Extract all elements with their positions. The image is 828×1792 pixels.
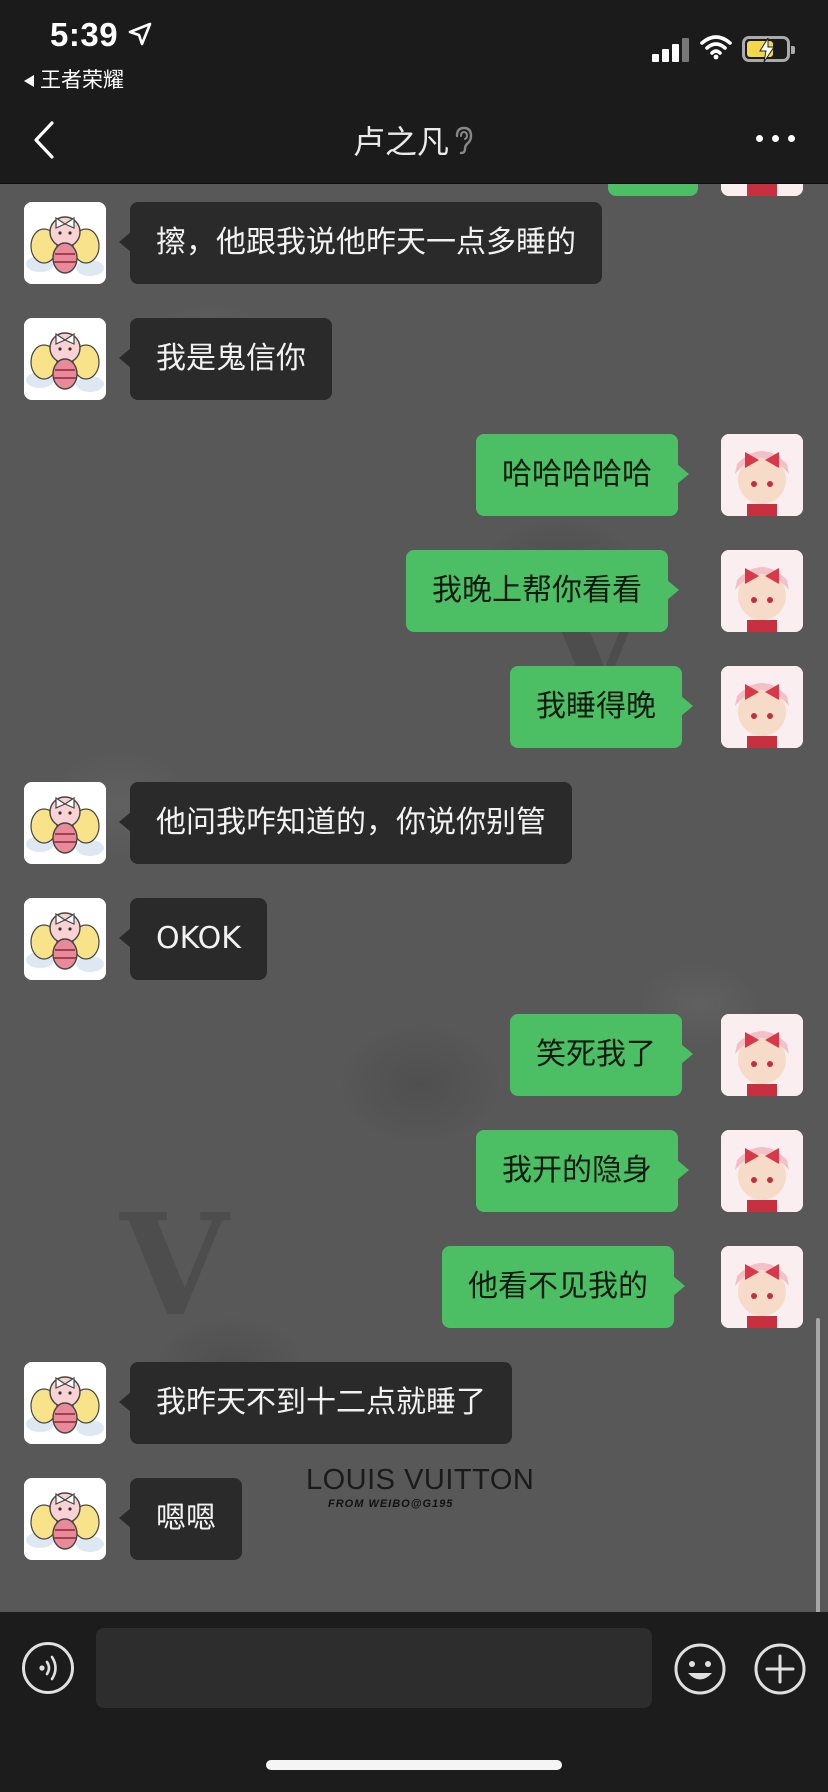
message-row-partial <box>0 184 828 196</box>
sent-bubble[interactable]: 他看不见我的 <box>442 1246 685 1328</box>
sent-bubble[interactable]: 笑死我了 <box>510 1014 693 1096</box>
wifi-icon <box>700 34 732 64</box>
back-app-label: 王者荣耀 <box>40 68 124 92</box>
chat-header: 卢之凡 <box>0 95 828 184</box>
scrollbar[interactable] <box>816 1318 820 1612</box>
more-dots-icon[interactable] <box>756 133 796 145</box>
cellular-signal-icon <box>652 38 690 62</box>
message-row: 我昨天不到十二点就睡了 <box>0 1362 828 1444</box>
avatar[interactable] <box>721 1014 803 1096</box>
ear-icon <box>453 125 475 163</box>
avatar[interactable] <box>721 1246 803 1328</box>
message-row: 擦，他跟我说他昨天一点多睡的 <box>0 202 828 284</box>
received-bubble[interactable]: 我昨天不到十二点就睡了 <box>119 1362 512 1444</box>
avatar[interactable] <box>24 1362 106 1444</box>
avatar[interactable] <box>721 184 803 196</box>
message-row: 我是鬼信你 <box>0 318 828 400</box>
plus-icon[interactable] <box>753 1642 807 1696</box>
avatar[interactable] <box>24 1478 106 1560</box>
message-row: 哈哈哈哈哈 <box>0 434 828 516</box>
received-bubble[interactable]: 嗯嗯 <box>119 1478 242 1560</box>
received-bubble[interactable]: 擦，他跟我说他昨天一点多睡的 <box>119 202 602 284</box>
message-row: 他看不见我的 <box>0 1246 828 1328</box>
message-row: OKOK <box>0 898 828 980</box>
message-input[interactable] <box>96 1628 652 1708</box>
avatar[interactable] <box>24 782 106 864</box>
chat-message-list[interactable]: V V 擦，他跟我说他昨天一点多睡的 我是鬼信你 哈哈哈哈哈 我晚上帮你看看 我… <box>0 184 828 1612</box>
avatar[interactable] <box>721 1130 803 1212</box>
battery-icon <box>742 36 795 63</box>
sent-bubble-partial[interactable] <box>608 184 698 196</box>
message-row: 嗯嗯 <box>0 1478 828 1560</box>
emoji-icon[interactable] <box>673 1642 727 1696</box>
avatar[interactable] <box>721 550 803 632</box>
sent-bubble[interactable]: 我开的隐身 <box>476 1130 689 1212</box>
avatar[interactable] <box>24 202 106 284</box>
back-to-app-link[interactable]: 王者荣耀 <box>24 64 124 94</box>
message-row: 我睡得晚 <box>0 666 828 748</box>
message-row: 我开的隐身 <box>0 1130 828 1212</box>
status-time: 5:39 <box>50 16 119 53</box>
sent-bubble[interactable]: 我睡得晚 <box>510 666 693 748</box>
avatar[interactable] <box>721 434 803 516</box>
avatar[interactable] <box>24 318 106 400</box>
home-indicator[interactable] <box>266 1760 562 1770</box>
status-bar: 5:39 王者荣耀 <box>0 0 828 95</box>
page-title: 卢之凡 <box>0 117 828 163</box>
message-row: 我晚上帮你看看 <box>0 550 828 632</box>
back-triangle-icon <box>24 75 34 87</box>
avatar[interactable] <box>24 898 106 980</box>
charging-bolt-icon <box>759 36 775 66</box>
received-bubble[interactable]: 我是鬼信你 <box>119 318 332 400</box>
message-row: 笑死我了 <box>0 1014 828 1096</box>
sent-bubble[interactable]: 哈哈哈哈哈 <box>476 434 689 516</box>
received-bubble[interactable]: 他问我咋知道的，你说你别管 <box>119 782 572 864</box>
contact-name: 卢之凡 <box>352 123 449 161</box>
voice-icon[interactable] <box>22 1642 74 1694</box>
avatar[interactable] <box>721 666 803 748</box>
message-row: 他问我咋知道的，你说你别管 <box>0 782 828 864</box>
sent-bubble[interactable]: 我晚上帮你看看 <box>406 550 679 632</box>
location-arrow-icon <box>128 22 152 50</box>
received-bubble[interactable]: OKOK <box>119 898 267 980</box>
